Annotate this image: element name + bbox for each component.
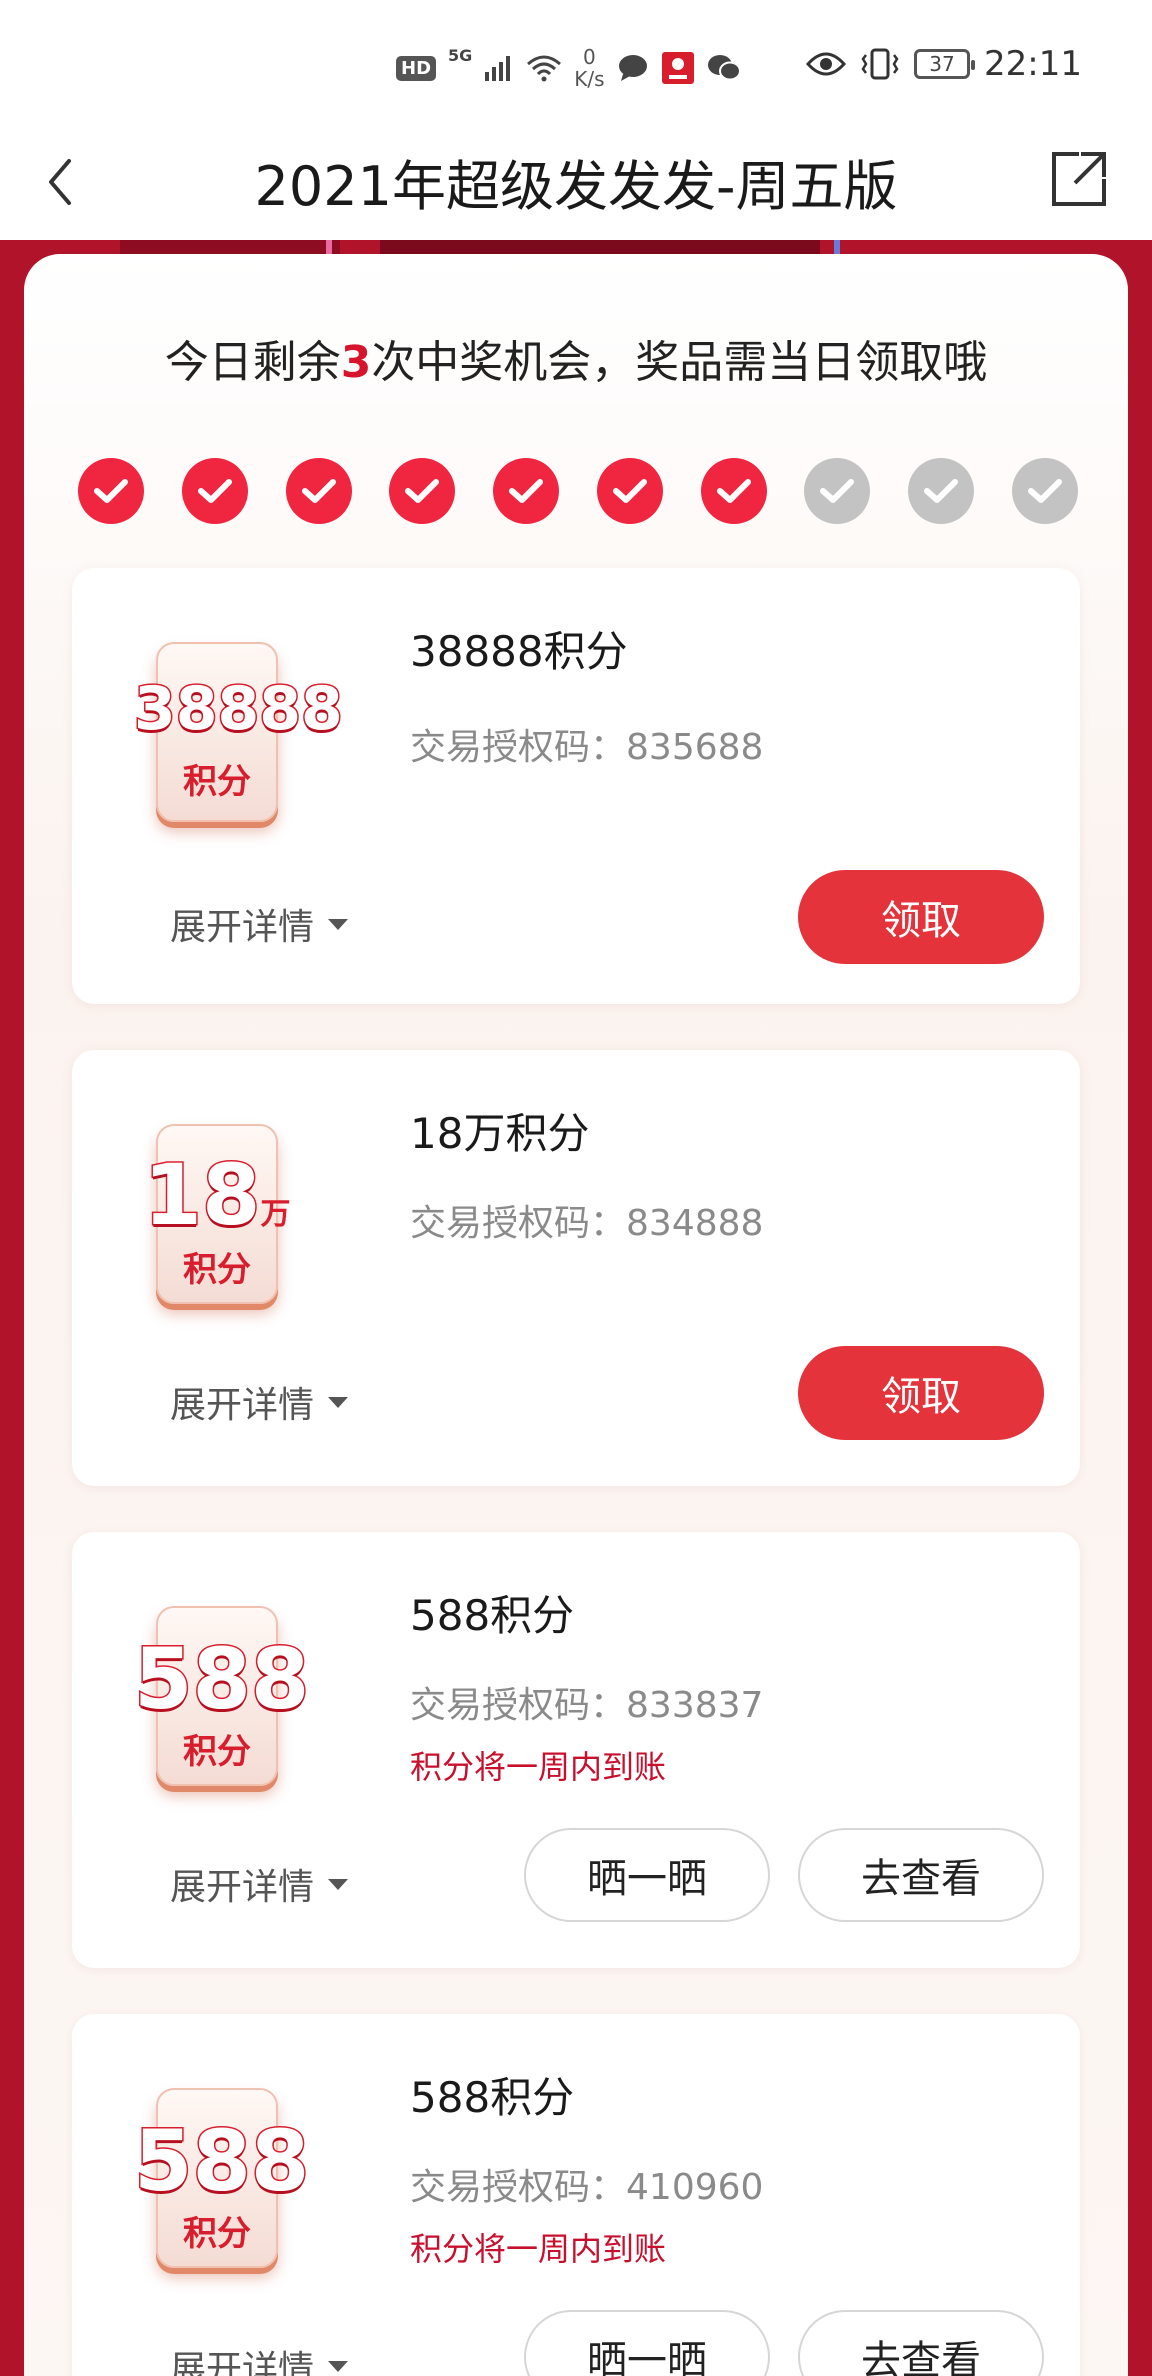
- tile-unit: 积分: [183, 1732, 251, 1772]
- auth-label: 交易授权码：: [410, 1685, 627, 1726]
- app-notification-icon: [661, 52, 694, 84]
- nav-bar: 2021年超级发发发-周五版: [0, 130, 1152, 242]
- speed-value: 0: [583, 45, 596, 69]
- caret-down-icon: [328, 2360, 349, 2372]
- share-button[interactable]: [1044, 144, 1114, 214]
- wechat-icon: [707, 55, 741, 81]
- network-type: 5G: [448, 46, 473, 65]
- tile-unit: 积分: [183, 762, 251, 802]
- message-icon: [618, 55, 647, 81]
- hd-badge: HD: [396, 55, 437, 81]
- expand-label: 展开详情: [170, 1867, 315, 1908]
- prize-card: 588 积分 588积分 交易授权码：410960 积分将一周内到账 展开详情 …: [72, 2014, 1080, 2376]
- check-pending-icon: [1011, 458, 1078, 524]
- clock: 22:11: [984, 44, 1082, 84]
- wifi-icon: [527, 55, 562, 82]
- check-done-icon: [700, 458, 767, 524]
- caret-down-icon: [328, 1396, 349, 1408]
- auth-code-line: 交易授权码：835688: [410, 718, 763, 770]
- caret-down-icon: [328, 918, 349, 930]
- check-pending-icon: [908, 458, 975, 524]
- expand-label: 展开详情: [170, 1385, 315, 1426]
- check-done-icon: [389, 458, 456, 524]
- check-done-icon: [596, 458, 663, 524]
- auth-code-line: 交易授权码：834888: [410, 1194, 763, 1246]
- prize-card: 588 积分 588积分 交易授权码：833837 积分将一周内到账 展开详情 …: [72, 1532, 1080, 1968]
- battery-icon: 37: [914, 49, 976, 79]
- tile-number-wrap: 18万: [134, 1145, 300, 1246]
- chance-suffix: 次中奖机会，奖品需当日领取哦: [371, 337, 988, 388]
- expand-details-toggle[interactable]: 展开详情: [170, 898, 349, 950]
- tile-unit: 积分: [183, 1250, 251, 1290]
- expand-details-toggle[interactable]: 展开详情: [170, 1858, 349, 1910]
- remaining-chances: 今日剩余3次中奖机会，奖品需当日领取哦: [24, 326, 1128, 390]
- prize-name: 588积分: [410, 1591, 575, 1640]
- share-prize-button[interactable]: 晒一晒: [524, 1828, 770, 1922]
- auth-code-line: 交易授权码：410960: [410, 2158, 763, 2210]
- battery-level: 37: [929, 52, 955, 76]
- check-pending-icon: [804, 458, 871, 524]
- auth-code: 835688: [626, 727, 764, 768]
- auth-code: 410960: [626, 2167, 764, 2208]
- tile-number: 588: [133, 2111, 311, 2212]
- arrival-note: 积分将一周内到账: [410, 1748, 667, 1786]
- status-left-icons: HD 5G 0 K/s: [396, 46, 741, 90]
- prize-tile: 38888 积分: [133, 636, 345, 832]
- prize-card: 18万 积分 18万积分 交易授权码：834888 展开详情 领取: [72, 1050, 1080, 1486]
- vibrate-icon: [861, 48, 899, 80]
- claim-button[interactable]: 领取: [798, 870, 1044, 964]
- auth-code: 834888: [626, 1203, 764, 1244]
- auth-label: 交易授权码：: [410, 2167, 627, 2208]
- auth-label: 交易授权码：: [410, 727, 627, 768]
- view-prize-button[interactable]: 去查看: [798, 2310, 1044, 2376]
- caret-down-icon: [328, 1878, 349, 1890]
- expand-details-toggle[interactable]: 展开详情: [170, 1376, 349, 1428]
- prize-card: 38888 积分 38888积分 交易授权码：835688 展开详情 领取: [72, 568, 1080, 1004]
- eye-icon: [806, 52, 847, 76]
- claim-button[interactable]: 领取: [798, 1346, 1044, 1440]
- tile-unit: 积分: [183, 2214, 251, 2254]
- prize-panel: 今日剩余3次中奖机会，奖品需当日领取哦 38888 积分 38888积分 交易授…: [24, 254, 1128, 2376]
- expand-label: 展开详情: [170, 2349, 315, 2376]
- tile-number: 38888: [133, 673, 345, 746]
- auth-code-line: 交易授权码：833837: [410, 1676, 763, 1728]
- check-done-icon: [78, 458, 144, 524]
- prize-name: 588积分: [410, 2073, 575, 2122]
- share-prize-button[interactable]: 晒一晒: [524, 2310, 770, 2376]
- prize-tile: 588 积分: [133, 2082, 311, 2278]
- prize-name: 18万积分: [410, 1109, 590, 1158]
- network-speed: 0 K/s: [574, 46, 604, 90]
- auth-label: 交易授权码：: [410, 1203, 627, 1244]
- expand-label: 展开详情: [170, 907, 315, 948]
- chance-count: 3: [340, 337, 372, 388]
- external-link-icon: [1052, 152, 1106, 206]
- tile-wan: 万: [260, 1197, 291, 1232]
- check-done-icon: [181, 458, 248, 524]
- status-bar: HD 5G 0 K/s 37 22:11: [0, 0, 1152, 130]
- expand-details-toggle[interactable]: 展开详情: [170, 2340, 349, 2376]
- prize-name: 38888积分: [410, 627, 628, 676]
- progress-checks: [78, 458, 1078, 524]
- speed-unit: K/s: [574, 67, 605, 91]
- tile-number: 588: [133, 1629, 311, 1730]
- signal-icon: [485, 56, 511, 81]
- status-right-icons: 37 22:11: [806, 44, 1082, 84]
- prize-tile: 588 积分: [133, 1600, 311, 1796]
- auth-code: 833837: [626, 1685, 764, 1726]
- chance-prefix: 今日剩余: [164, 337, 341, 388]
- view-prize-button[interactable]: 去查看: [798, 1828, 1044, 1922]
- arrival-note: 积分将一周内到账: [410, 2230, 667, 2268]
- check-done-icon: [493, 458, 560, 524]
- tile-number: 18: [142, 1145, 262, 1246]
- page-title: 2021年超级发发发-周五版: [254, 155, 898, 218]
- prize-tile: 18万 积分: [134, 1118, 300, 1314]
- check-done-icon: [285, 458, 352, 524]
